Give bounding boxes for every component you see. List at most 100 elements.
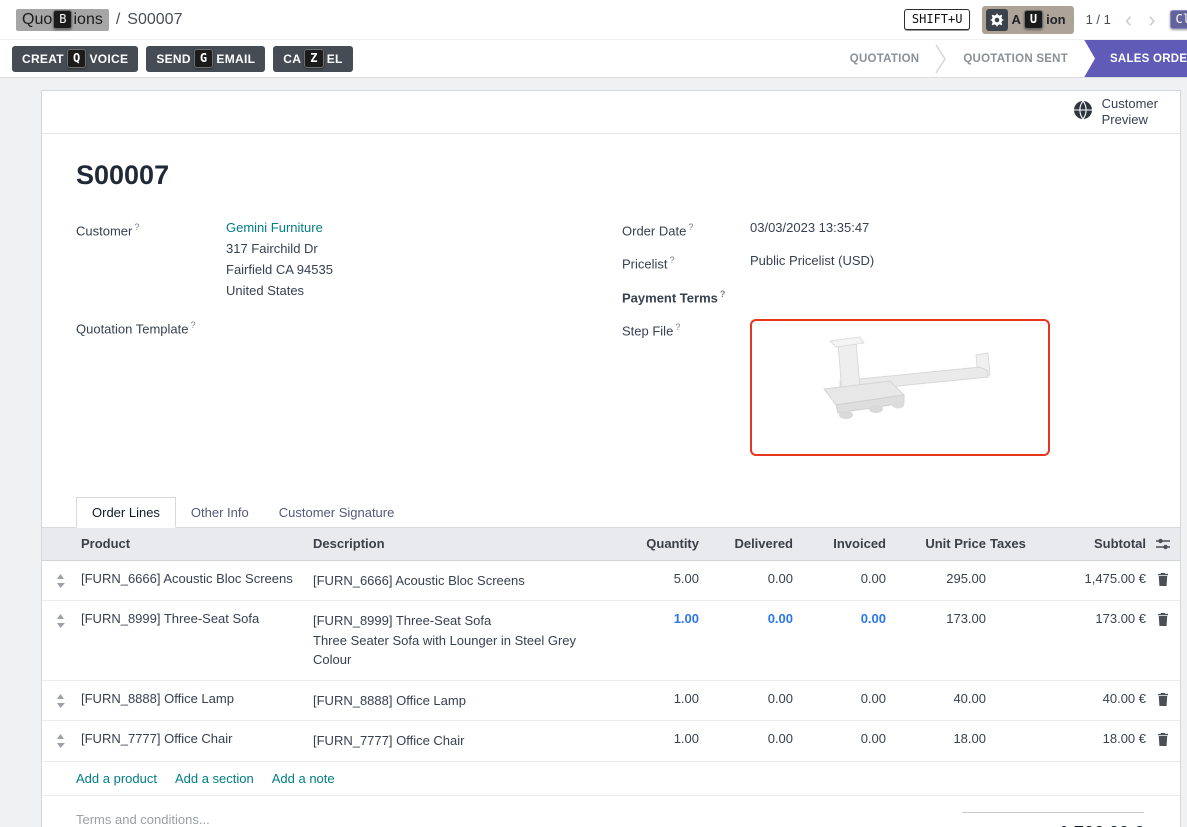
cell-unit-price[interactable]: 40.00	[886, 691, 986, 706]
cell-delivered[interactable]: 0.00	[699, 611, 793, 626]
help-marker: ?	[675, 322, 680, 332]
cell-quantity[interactable]: 1.00	[609, 731, 699, 746]
action-menu-label-post: ion	[1046, 12, 1066, 27]
header-taxes: Taxes	[986, 536, 1036, 551]
cell-description[interactable]: [FURN_8888] Office Lamp	[313, 691, 609, 711]
order-line-row[interactable]: [FURN_7777] Office Chair [FURN_7777] Off…	[42, 721, 1180, 762]
kbd-hint-create-invoice: Q	[67, 49, 87, 68]
kbd-hint-send-email: G	[194, 49, 214, 68]
add-a-section-link[interactable]: Add a section	[175, 771, 254, 786]
cell-invoiced[interactable]: 0.00	[793, 611, 886, 626]
field-customer: Customer? Gemini Furniture 317 Fairchild…	[76, 217, 598, 301]
payment-terms-label: Payment Terms?	[622, 284, 750, 308]
cell-invoiced[interactable]: 0.00	[793, 731, 886, 746]
drag-handle-icon[interactable]	[42, 571, 78, 588]
tab-other-info[interactable]: Other Info	[176, 498, 264, 527]
cancel-label-post: EL	[327, 52, 343, 66]
header-subtotal: Subtotal	[1036, 536, 1146, 551]
cell-unit-price[interactable]: 173.00	[886, 611, 986, 626]
quotation-template-label: Quotation Template?	[76, 315, 226, 339]
customer-preview-button[interactable]: Customer Preview	[1073, 96, 1158, 127]
notebook-tabs: Order Lines Other Info Customer Signatur…	[42, 497, 1180, 528]
field-column-left: Customer? Gemini Furniture 317 Fairchild…	[76, 217, 598, 465]
cell-unit-price[interactable]: 18.00	[886, 731, 986, 746]
cell-quantity[interactable]: 1.00	[609, 691, 699, 706]
order-line-row[interactable]: [FURN_6666] Acoustic Bloc Screens [FURN_…	[42, 561, 1180, 602]
customer-link[interactable]: Gemini Furniture	[226, 217, 333, 238]
help-marker: ?	[191, 320, 196, 330]
cell-product[interactable]: [FURN_8888] Office Lamp	[78, 691, 313, 706]
field-pricelist: Pricelist? Public Pricelist (USD)	[622, 250, 1144, 274]
breadcrumb: QuoBions / S00007	[16, 9, 182, 31]
header-delivered: Delivered	[699, 536, 793, 551]
cell-delivered[interactable]: 0.00	[699, 691, 793, 706]
cell-invoiced[interactable]: 0.00	[793, 571, 886, 586]
kbd-hint-cancel: Z	[304, 49, 324, 68]
breadcrumb-quotations[interactable]: QuoBions	[16, 9, 109, 31]
status-step-quotation[interactable]: QUOTATION	[834, 40, 936, 78]
drag-handle-icon[interactable]	[42, 611, 78, 628]
cell-description[interactable]: [FURN_7777] Office Chair	[313, 731, 609, 751]
cell-quantity[interactable]: 1.00	[609, 611, 699, 626]
cell-quantity[interactable]: 5.00	[609, 571, 699, 586]
cancel-button[interactable]: CAZEL	[273, 46, 352, 72]
delete-row-icon[interactable]	[1146, 571, 1180, 586]
send-email-button[interactable]: SENDGEMAIL	[146, 46, 265, 72]
delete-row-icon[interactable]	[1146, 611, 1180, 626]
field-grid: Customer? Gemini Furniture 317 Fairchild…	[76, 217, 1144, 465]
total-block: Total: 1,706.00 €	[962, 812, 1144, 827]
top-bar: QuoBions / S00007 SHIFT+U AUion 1 / 1 ‹ …	[0, 0, 1187, 40]
cell-description[interactable]: [FURN_8999] Three-Seat Sofa Three Seater…	[313, 611, 609, 670]
create-invoice-label-post: VOICE	[89, 52, 128, 66]
cell-description[interactable]: [FURN_6666] Acoustic Bloc Screens	[313, 571, 609, 591]
create-invoice-label-pre: CREAT	[22, 52, 64, 66]
globe-icon	[1073, 100, 1093, 124]
optional-columns-icon[interactable]	[1146, 538, 1180, 550]
order-line-row[interactable]: [FURN_8999] Three-Seat Sofa [FURN_8999] …	[42, 601, 1180, 681]
pager-next-icon[interactable]: ›	[1146, 9, 1157, 31]
cell-delivered[interactable]: 0.00	[699, 571, 793, 586]
cell-delivered[interactable]: 0.00	[699, 731, 793, 746]
order-date-value[interactable]: 03/03/2023 13:35:47	[750, 217, 869, 241]
kbd-hint-breadcrumb: B	[53, 10, 72, 29]
cell-product[interactable]: [FURN_6666] Acoustic Bloc Screens	[78, 571, 313, 586]
step-file-image[interactable]	[750, 319, 1050, 456]
sheet-bottom: Terms and conditions... Total: 1,706.00 …	[42, 796, 1180, 827]
field-quotation-template: Quotation Template?	[76, 315, 598, 339]
cell-product[interactable]: [FURN_7777] Office Chair	[78, 731, 313, 746]
gear-icon	[986, 9, 1008, 31]
sales-order-sheet: Customer Preview S00007 Customer? Gemini…	[41, 90, 1181, 827]
terms-and-conditions-placeholder[interactable]: Terms and conditions...	[76, 812, 210, 827]
step-file-label: Step File?	[622, 317, 750, 341]
statusbar: QUOTATION QUOTATION SENT SALES ORDER	[834, 40, 1187, 78]
sheet-top-strip: Customer Preview	[42, 91, 1180, 134]
status-step-sales-order-active[interactable]: SALES ORDER	[1084, 40, 1187, 78]
cell-product[interactable]: [FURN_8999] Three-Seat Sofa	[78, 611, 313, 626]
drag-handle-icon[interactable]	[42, 691, 78, 708]
header-description: Description	[313, 536, 609, 551]
order-line-row[interactable]: [FURN_8888] Office Lamp [FURN_8888] Offi…	[42, 681, 1180, 722]
add-a-note-link[interactable]: Add a note	[272, 771, 335, 786]
pager-previous-icon[interactable]: ‹	[1123, 9, 1134, 31]
cell-unit-price[interactable]: 295.00	[886, 571, 986, 586]
order-lines-table: Product Description Quantity Delivered I…	[42, 528, 1180, 796]
tab-order-lines[interactable]: Order Lines	[76, 497, 176, 528]
cell-invoiced[interactable]: 0.00	[793, 691, 886, 706]
pricelist-value[interactable]: Public Pricelist (USD)	[750, 250, 874, 274]
action-menu-button[interactable]: AUion	[982, 6, 1073, 34]
page-title: S00007	[76, 160, 1144, 191]
pager-count: 1 / 1	[1086, 12, 1111, 27]
cell-subtotal: 18.00 €	[1036, 731, 1146, 746]
kbd-hint-shift-u: SHIFT+U	[904, 9, 971, 30]
delete-row-icon[interactable]	[1146, 691, 1180, 706]
delete-row-icon[interactable]	[1146, 731, 1180, 746]
field-payment-terms: Payment Terms?	[622, 284, 1144, 308]
tab-customer-signature[interactable]: Customer Signature	[264, 498, 410, 527]
create-invoice-button[interactable]: CREATQVOICE	[12, 46, 138, 72]
status-step-quotation-sent[interactable]: QUOTATION SENT	[947, 40, 1084, 78]
header-invoiced: Invoiced	[793, 536, 886, 551]
breadcrumb-separator: /	[116, 11, 120, 29]
add-a-product-link[interactable]: Add a product	[76, 771, 157, 786]
help-marker: ?	[688, 222, 693, 232]
drag-handle-icon[interactable]	[42, 731, 78, 748]
